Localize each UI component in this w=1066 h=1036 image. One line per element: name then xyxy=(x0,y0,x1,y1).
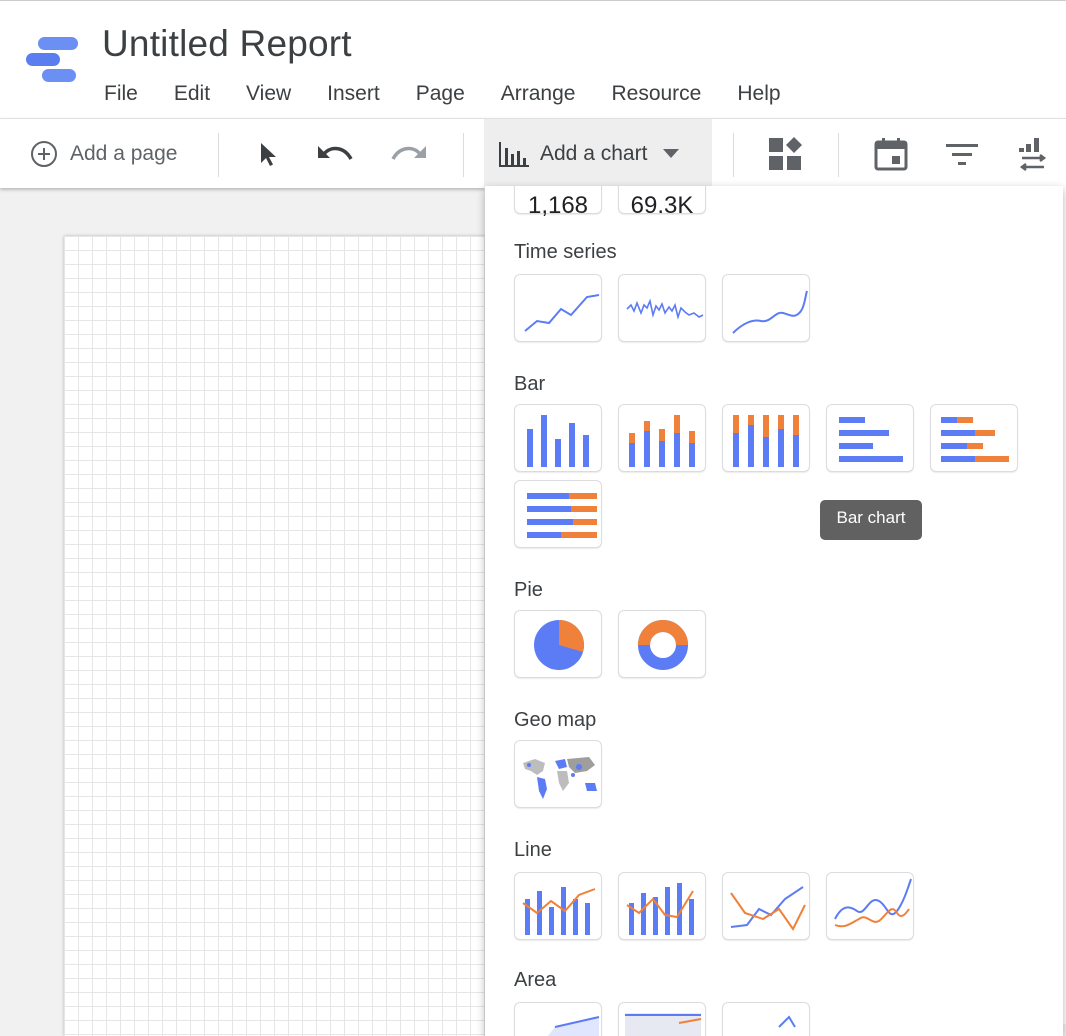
line-chart-tile[interactable] xyxy=(722,872,810,940)
report-canvas-grid[interactable] xyxy=(64,236,504,1036)
pie-chart-tile[interactable] xyxy=(514,610,602,678)
add-chart-button[interactable]: Add a chart xyxy=(484,119,712,189)
toolbar-divider xyxy=(218,133,219,177)
section-title-time-series: Time series xyxy=(514,241,617,263)
redo-icon xyxy=(391,146,426,160)
world-map-icon xyxy=(523,757,597,799)
smooth-line-icon xyxy=(732,290,808,334)
stacked-column-icon xyxy=(629,415,695,467)
section-title-line: Line xyxy=(514,839,552,861)
sparkline-icon xyxy=(626,298,704,320)
smoothed-time-series-tile[interactable] xyxy=(722,274,810,342)
data-control-icon xyxy=(1019,138,1047,171)
stacked-bar-chart-tile[interactable] xyxy=(930,404,1018,472)
calendar-icon xyxy=(874,138,908,171)
donut-chart-icon xyxy=(638,620,688,670)
menu-resource[interactable]: Resource xyxy=(593,77,719,111)
scorecard-full-tile[interactable]: 69.3K xyxy=(618,186,706,219)
combo-chart-tile[interactable] xyxy=(514,872,602,940)
pie-chart-icon xyxy=(534,620,584,670)
select-tool-button[interactable] xyxy=(256,119,280,189)
add-page-button[interactable]: Add a page xyxy=(30,119,177,189)
section-title-area: Area xyxy=(514,969,557,991)
toolbar: Add a page Add a chart xyxy=(0,118,1066,189)
smoothed-line-icon xyxy=(834,878,912,928)
menu-file[interactable]: File xyxy=(86,77,156,111)
stacked-bar-icon xyxy=(941,417,1009,462)
combo-chart-icon xyxy=(522,887,596,935)
geo-map-tile[interactable] xyxy=(514,740,602,808)
date-range-button[interactable] xyxy=(874,119,908,189)
undo-icon xyxy=(318,146,353,160)
app-header: Untitled Report File Edit View Insert Pa… xyxy=(0,0,1066,118)
add-circle-icon xyxy=(31,141,57,167)
100-stacked-column-chart-tile[interactable] xyxy=(722,404,810,472)
section-title-geo-map: Geo map xyxy=(514,709,597,731)
stacked-area-chart-tile[interactable] xyxy=(618,1002,706,1036)
time-series-line-icon xyxy=(524,294,600,332)
menu-page[interactable]: Page xyxy=(398,77,483,111)
data-control-button[interactable] xyxy=(1018,119,1048,189)
section-title-pie: Pie xyxy=(514,579,543,601)
percent-stacked-column-icon xyxy=(733,415,799,467)
scorecard-value: 1,168 xyxy=(527,192,589,219)
line-chart-icon xyxy=(730,886,806,931)
area-chart-tile[interactable] xyxy=(514,1002,602,1036)
percent-area-chart-tile[interactable] xyxy=(722,1002,810,1036)
menu-view[interactable]: View xyxy=(228,77,309,111)
donut-chart-tile[interactable] xyxy=(618,610,706,678)
add-chart-label: Add a chart xyxy=(540,142,648,165)
column-chart-tile[interactable] xyxy=(514,404,602,472)
sparkline-chart-tile[interactable] xyxy=(618,274,706,342)
filter-control-button[interactable] xyxy=(946,119,978,189)
menu-help[interactable]: Help xyxy=(719,77,798,111)
percent-stacked-bar-icon xyxy=(527,493,597,538)
stacked-combo-chart-tile[interactable] xyxy=(618,872,706,940)
section-title-bar: Bar xyxy=(514,373,546,395)
menu-bar: File Edit View Insert Page Arrange Resou… xyxy=(86,77,799,111)
scorecard-value: 69.3K xyxy=(630,192,694,219)
undo-button[interactable] xyxy=(316,119,356,189)
percent-area-icon xyxy=(778,1015,796,1028)
toolbar-divider xyxy=(733,133,734,177)
bar-chart-tile[interactable] xyxy=(826,404,914,472)
dropdown-arrow-icon xyxy=(663,149,680,158)
column-chart-icon xyxy=(527,415,589,467)
redo-button[interactable] xyxy=(388,119,428,189)
toolbar-divider xyxy=(463,133,464,177)
toolbar-divider xyxy=(838,133,839,177)
horizontal-bar-icon xyxy=(839,417,903,462)
bar-chart-tooltip: Bar chart xyxy=(820,500,922,540)
add-component-button[interactable] xyxy=(768,119,804,189)
bar-chart-icon xyxy=(499,142,529,167)
stacked-column-chart-tile[interactable] xyxy=(618,404,706,472)
add-page-label: Add a page xyxy=(70,142,178,165)
report-title[interactable]: Untitled Report xyxy=(102,23,352,65)
time-series-chart-tile[interactable] xyxy=(514,274,602,342)
stacked-combo-icon xyxy=(626,883,694,935)
components-icon xyxy=(769,137,802,170)
smoothed-line-chart-tile[interactable] xyxy=(826,872,914,940)
area-chart-icon xyxy=(547,1016,600,1036)
data-studio-logo-icon[interactable] xyxy=(24,35,80,85)
menu-arrange[interactable]: Arrange xyxy=(483,77,594,111)
filter-icon xyxy=(946,144,978,165)
cursor-arrow-icon xyxy=(261,143,276,166)
stacked-area-icon xyxy=(625,1013,702,1036)
100-stacked-bar-chart-tile[interactable] xyxy=(514,480,602,548)
menu-insert[interactable]: Insert xyxy=(309,77,398,111)
menu-edit[interactable]: Edit xyxy=(156,77,228,111)
chart-picker-panel: 1,168 69.3K Time series Bar Pie Geo map … xyxy=(485,186,1063,1036)
scorecard-compact-tile[interactable]: 1,168 xyxy=(514,186,602,219)
